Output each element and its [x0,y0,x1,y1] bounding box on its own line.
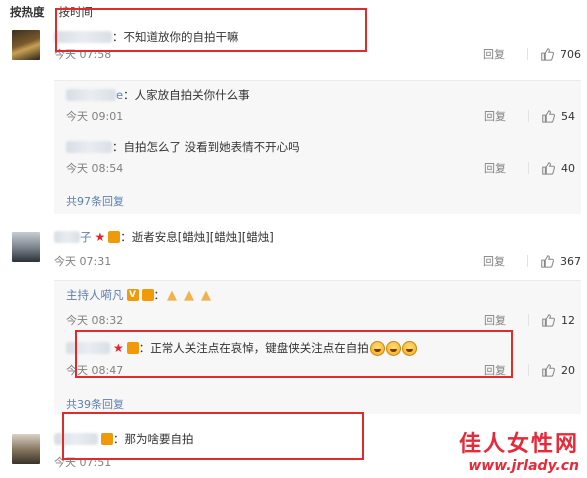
thumbs-up-icon [542,110,555,123]
star-badge-icon: ★ [94,230,106,244]
thumbs-up-icon [542,162,555,175]
like-button[interactable]: 54 [541,109,581,123]
reply-button[interactable]: 回复 [483,253,527,269]
reply-2: ：自拍怎么了 没看到她表情不开心吗 今天 08:54 回复 40 [66,138,581,176]
like-count: 40 [561,161,575,175]
comment-text: ：逝者安息[蜡烛][蜡烛][蜡烛] [120,230,274,244]
like-count: 706 [560,47,581,61]
avatar[interactable] [12,30,40,60]
comment-time: 今天 07:31 [54,255,112,268]
username-blurred[interactable] [66,89,116,101]
like-button[interactable]: 40 [541,161,581,175]
member-badge-icon [108,231,121,243]
like-button[interactable]: 20 [541,363,581,377]
thumbs-up-icon [542,364,555,377]
watermark-logo: 佳人女性网 [458,431,579,457]
thumbs-up-icon [541,255,554,268]
like-count: 12 [561,313,575,327]
pray-emoji-icon [201,288,216,302]
reply-text: ： [153,288,166,302]
more-replies-link[interactable]: 共39条回复 [66,396,124,412]
reply-username-suffix[interactable]: e [116,88,123,102]
like-button[interactable]: 12 [541,313,581,327]
sort-by-hot-tab[interactable]: 按热度 [10,4,45,20]
like-count: 20 [561,363,575,377]
reply-1: e ：人家放自拍关你什么事 今天 09:01 回复 54 [66,86,581,124]
verified-v-badge-icon: V [126,289,139,301]
reply-time: 今天 08:54 [66,162,124,175]
watermark-url: www.jrlady.cn [468,458,579,474]
username-blurred[interactable] [66,141,112,153]
username-blurred[interactable] [54,231,80,243]
reply-time: 今天 08:32 [66,314,124,327]
site-watermark: 佳人女性网 www.jrlady.cn [459,426,579,474]
reply-button[interactable]: 回复 [484,160,528,176]
reply-button[interactable]: 回复 [483,46,527,62]
pray-emoji-icon [167,288,182,302]
comment-username-suffix[interactable]: 子 [80,229,92,245]
member-badge-icon [141,289,154,301]
thumbs-up-icon [542,314,555,327]
like-button[interactable]: 706 [540,47,581,61]
highlight-box [62,412,364,460]
reply-3: 主持人嗬凡 V ： 今天 08:32 回复 12 [66,286,581,328]
highlight-box [75,330,513,378]
thumbs-up-icon [541,48,554,61]
reply-button[interactable]: 回复 [484,108,528,124]
more-replies-link[interactable]: 共97条回复 [66,193,124,209]
reply-username[interactable]: 主持人嗬凡 [66,287,124,303]
like-count: 54 [561,109,575,123]
avatar[interactable] [12,434,40,464]
pray-emoji-icon [184,288,199,302]
reply-button[interactable]: 回复 [484,312,528,328]
avatar[interactable] [12,232,40,262]
reply-time: 今天 09:01 [66,110,124,123]
like-button[interactable]: 367 [540,254,581,268]
reply-thread-1: e ：人家放自拍关你什么事 今天 09:01 回复 54 ：自拍怎么了 没看到她… [54,80,581,214]
highlight-box [55,8,367,52]
reply-text: ：人家放自拍关你什么事 [123,88,250,102]
like-count: 367 [560,254,581,268]
comment-2: 子 ★ ：逝者安息[蜡烛][蜡烛][蜡烛] 今天 07:31 回复 367 [12,228,581,272]
reply-text: ：自拍怎么了 没看到她表情不开心吗 [112,140,300,154]
